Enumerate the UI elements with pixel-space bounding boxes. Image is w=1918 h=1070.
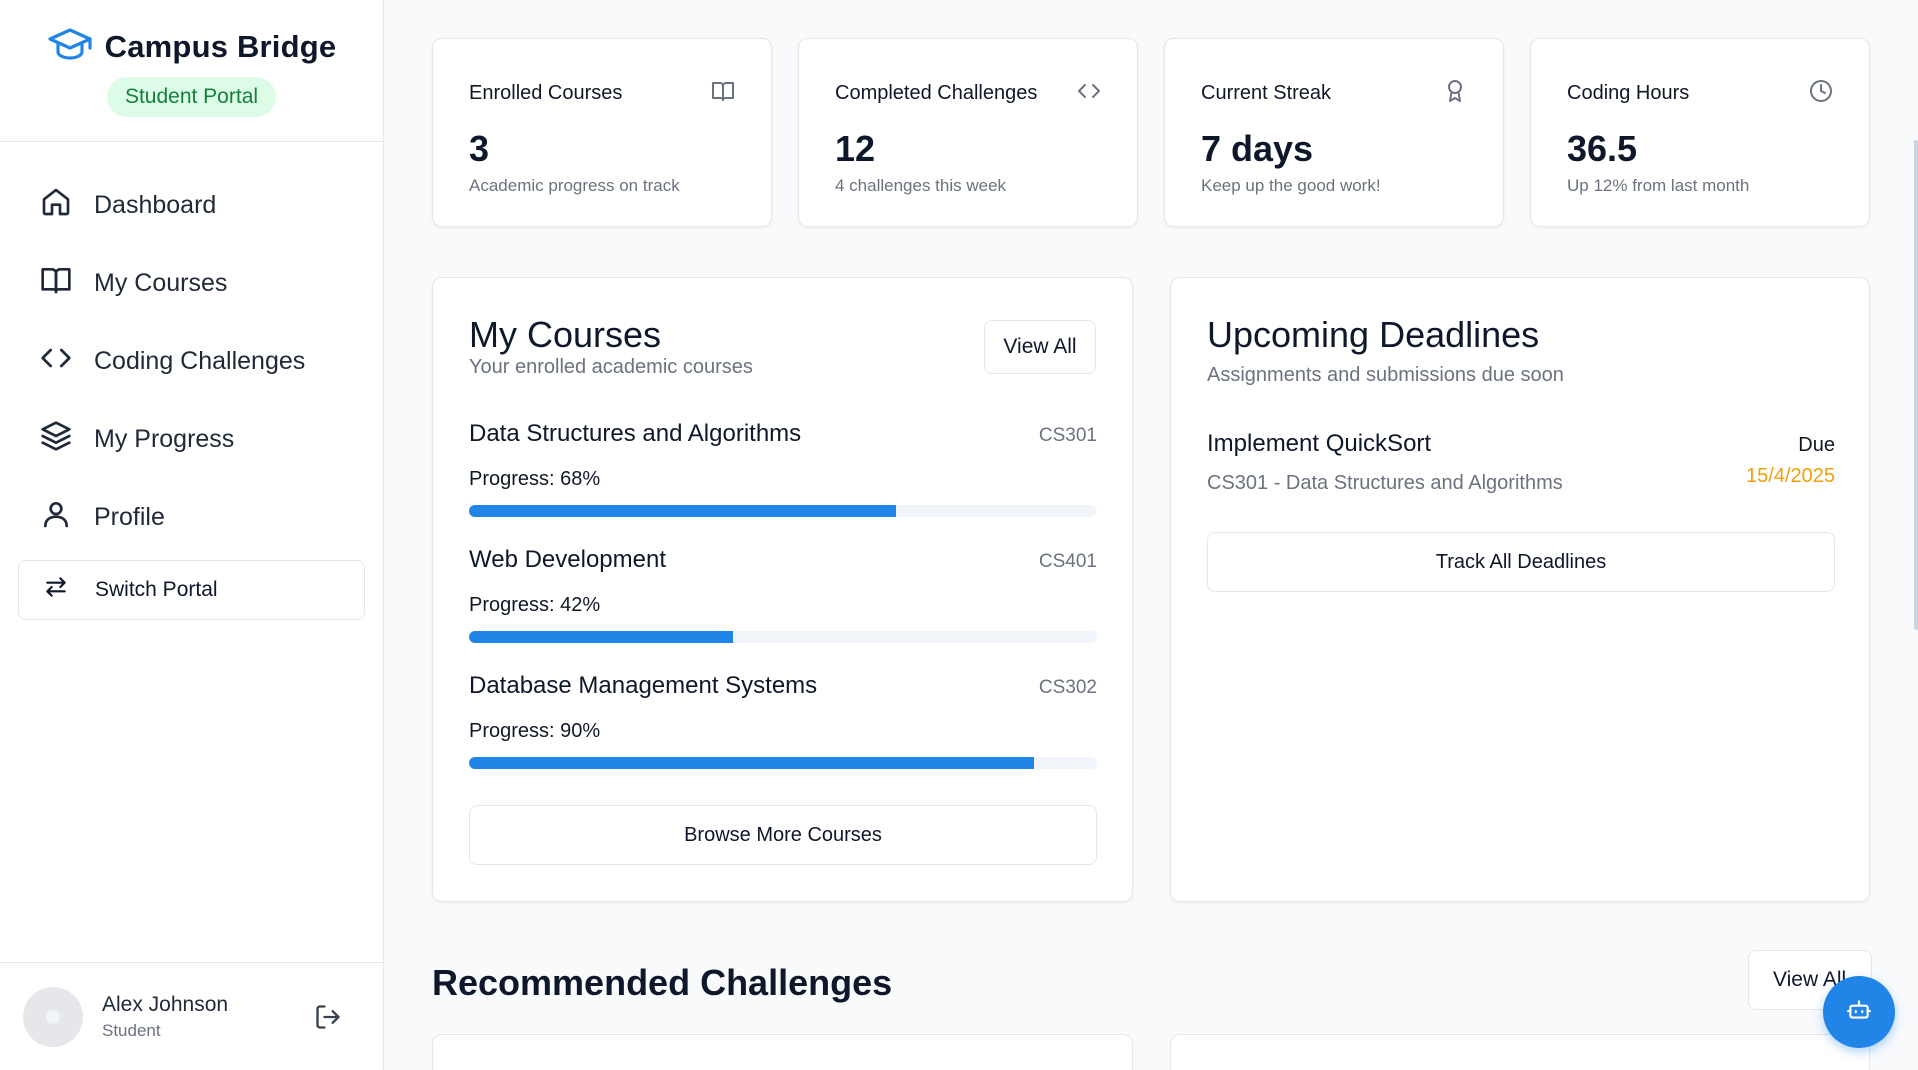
brand-logo[interactable]: Campus Bridge [47,26,337,67]
sidebar-item-label: Profile [94,502,165,531]
home-icon [40,186,72,225]
main-content: Enrolled Courses 3 Academic progress on … [384,0,1918,1070]
stat-card-completed-challenges: Completed Challenges 12 4 challenges thi… [798,38,1138,227]
course-progress-label: Progress: 90% [469,720,601,742]
course-item-cs301[interactable]: Data Structures and Algorithms CS301 Pro… [469,420,1097,517]
award-icon [1443,79,1467,108]
stat-subtext: Academic progress on track [469,176,680,195]
course-name: Database Management Systems [469,672,818,699]
logout-icon [314,1004,342,1035]
sidebar-nav: Dashboard My Courses Coding Challenges M… [0,142,383,620]
layers-icon [40,420,72,459]
user-name: Alex Johnson [102,992,229,1016]
code-icon [40,342,72,381]
course-progress-bar [469,505,1097,517]
stat-subtext: 4 challenges this week [835,176,1007,195]
code-icon [1077,79,1101,108]
brand-title: Campus Bridge [104,28,337,64]
stat-value: 36.5 [1567,128,1638,169]
due-date: 15/4/2025 [1746,465,1835,487]
course-progress-bar [469,757,1097,769]
user-role: Student [102,1020,161,1040]
course-name: Web Development [469,546,666,573]
stat-subtext: Up 12% from last month [1567,176,1750,195]
brand-header: Campus Bridge Student Portal [0,0,383,142]
sidebar-item-label: Coding Challenges [94,346,306,375]
course-progress-fill [469,631,733,643]
stat-label: Current Streak [1201,82,1332,104]
stat-value: 3 [469,128,490,169]
sidebar-item-label: My Courses [94,268,228,297]
challenge-card[interactable] [1170,1034,1870,1070]
stat-value: 12 [835,128,876,169]
deadline-title: Implement QuickSort [1207,430,1432,457]
course-progress-bar [469,631,1097,643]
course-progress-label: Progress: 42% [469,594,601,616]
page-scrollbar[interactable] [1914,140,1918,630]
stat-label: Completed Challenges [835,82,1038,104]
deadline-item[interactable]: Implement QuickSort CS301 - Data Structu… [1207,430,1835,495]
user-icon [40,498,72,537]
sidebar-item-label: My Progress [94,424,235,453]
upcoming-deadlines-panel: Upcoming Deadlines Assignments and submi… [1170,277,1870,902]
switch-portal-label: Switch Portal [95,578,218,601]
switch-portal-button[interactable]: Switch Portal [18,560,365,620]
bot-icon [1846,997,1872,1028]
book-icon [40,264,72,303]
stat-value: 7 days [1201,128,1314,169]
book-icon [711,79,735,108]
stat-label: Coding Hours [1567,82,1690,104]
view-all-courses-button[interactable]: View All [984,320,1096,374]
sidebar-item-my-progress[interactable]: My Progress [0,400,383,478]
panel-title: My Courses [469,314,662,355]
course-item-cs401[interactable]: Web Development CS401 Progress: 42% [469,546,1097,643]
sidebar-item-profile[interactable]: Profile [0,478,383,556]
course-item-cs302[interactable]: Database Management Systems CS302 Progre… [469,672,1097,769]
avatar-placeholder-icon [46,1009,60,1024]
browse-more-courses-button[interactable]: Browse More Courses [469,805,1097,865]
graduation-cap-icon [47,26,93,67]
panel-subtitle: Your enrolled academic courses [469,356,753,378]
user-footer: Alex Johnson Student [0,962,384,1070]
course-name: Data Structures and Algorithms [469,420,802,447]
stat-card-current-streak: Current Streak 7 days Keep up the good w… [1164,38,1504,227]
panel-title: Upcoming Deadlines [1207,314,1540,355]
sidebar-item-dashboard[interactable]: Dashboard [0,166,383,244]
portal-badge: Student Portal [106,77,277,117]
my-courses-panel: My Courses Your enrolled academic course… [432,277,1133,902]
due-label: Due [1798,434,1835,456]
deadline-course: CS301 - Data Structures and Algorithms [1207,472,1563,494]
course-progress-label: Progress: 68% [469,468,601,490]
section-title-recommended-challenges: Recommended Challenges [432,962,893,1003]
switch-arrows-icon [43,574,69,606]
sidebar-item-coding-challenges[interactable]: Coding Challenges [0,322,383,400]
sidebar: Campus Bridge Student Portal Dashboard M… [0,0,384,1070]
stat-label: Enrolled Courses [469,82,623,104]
panel-subtitle: Assignments and submissions due soon [1207,364,1564,386]
sidebar-item-my-courses[interactable]: My Courses [0,244,383,322]
avatar[interactable] [23,986,83,1047]
clock-icon [1809,79,1833,108]
stat-card-enrolled-courses: Enrolled Courses 3 Academic progress on … [432,38,772,227]
sidebar-item-label: Dashboard [94,190,217,219]
stat-card-coding-hours: Coding Hours 36.5 Up 12% from last month [1530,38,1870,227]
course-code: CS301 [1038,425,1097,446]
logout-button[interactable] [314,1003,342,1031]
challenge-card[interactable] [432,1034,1133,1070]
user-info: Alex Johnson Student [102,993,314,1041]
stat-subtext: Keep up the good work! [1201,176,1381,195]
chatbot-fab-button[interactable] [1823,976,1895,1048]
course-code: CS401 [1038,551,1097,572]
track-all-deadlines-button[interactable]: Track All Deadlines [1207,532,1835,592]
course-code: CS302 [1038,677,1097,698]
course-progress-fill [469,505,897,517]
course-progress-fill [469,757,1035,769]
